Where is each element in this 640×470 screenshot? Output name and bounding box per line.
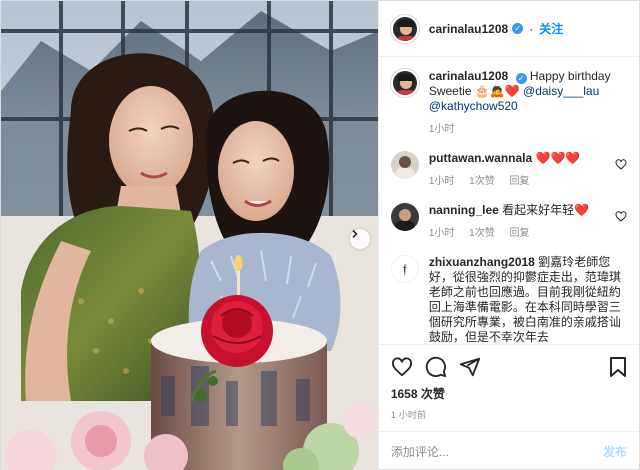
post-comment-button[interactable]: 发布 (603, 443, 627, 460)
commenter-avatar[interactable]: 𝔣 (390, 255, 419, 283)
header-username[interactable]: carinalau1208 (429, 22, 508, 36)
follow-button[interactable]: 关注 (539, 20, 563, 37)
comment-likes[interactable]: 1次赞 (469, 228, 495, 239)
reply-button[interactable]: 回复 (510, 176, 530, 187)
post-time: 1 小时前 (390, 410, 427, 420)
post-header: carinalau1208 ✓ · 关注 (378, 1, 639, 57)
like-comment-heart-icon[interactable] (615, 211, 627, 222)
likes-count[interactable]: 1658 次赞 (391, 385, 627, 402)
chevron-right-icon (352, 229, 358, 239)
avatar[interactable] (390, 14, 419, 43)
photo-illustration (1, 1, 378, 470)
post-photo[interactable] (1, 1, 378, 470)
separator-dot: · (529, 21, 534, 36)
commenter-avatar[interactable] (390, 151, 419, 179)
caption-avatar[interactable] (390, 69, 419, 97)
caption-username[interactable]: carinalau1208 (429, 69, 508, 83)
heart-icon[interactable] (391, 357, 413, 377)
caption-time: 1小时 (428, 124, 455, 135)
instagram-post: carinalau1208 ✓ · 关注 carinalau1208 ✓ Hap… (0, 0, 640, 470)
comments-list[interactable]: carinalau1208 ✓ Happy birthday Sweetie 🎂… (379, 57, 639, 344)
bookmark-icon[interactable] (609, 356, 627, 378)
like-comment-heart-icon[interactable] (615, 159, 627, 170)
comment-input[interactable] (390, 444, 603, 459)
reply-button[interactable]: 回复 (510, 228, 530, 239)
mention-link[interactable]: @kathychow520 (429, 99, 518, 113)
heart-emoji-icon: ❤️ (574, 203, 590, 217)
verified-icon: ✓ (512, 23, 524, 34)
comment-username[interactable]: zhixuanzhang2018 (429, 255, 535, 269)
share-icon[interactable] (459, 356, 481, 378)
comment-likes[interactable]: 1次赞 (469, 176, 495, 187)
post-side-panel: carinalau1208 ✓ · 关注 carinalau1208 ✓ Hap… (377, 1, 639, 470)
comment-item: nanning_lee 看起来好年轻❤️ 1小时 1次赞 回复 (390, 203, 627, 241)
next-photo-button[interactable] (349, 229, 370, 249)
cake-emoji-icon: 🎂🙇❤️ (474, 84, 520, 98)
verified-icon: ✓ (515, 73, 527, 84)
comment-username[interactable]: puttawan.wannala (429, 151, 532, 165)
heart-emoji-icon: ❤️❤️❤️ (535, 151, 581, 165)
caption: carinalau1208 ✓ Happy birthday Sweetie 🎂… (390, 69, 627, 137)
comment-icon[interactable] (425, 356, 447, 378)
post-actions: 1658 次赞 1 小时前 (378, 344, 639, 421)
comment-item: 𝔣 zhixuanzhang2018 劉嘉玲老師您好，從很強烈的抑鬱症走出，范瑋… (390, 255, 627, 344)
mention-link[interactable]: @daisy___lau (523, 84, 599, 98)
comment-username[interactable]: nanning_lee (429, 203, 499, 217)
add-comment-bar: 发布 (378, 431, 639, 470)
comment-text: 看起来好年轻 (502, 203, 575, 217)
commenter-avatar[interactable] (390, 203, 419, 231)
comment-time: 1小时 (428, 228, 455, 239)
comment-item: puttawan.wannala ❤️❤️❤️ 1小时 1次赞 回复 (390, 151, 627, 189)
comment-time: 1小时 (428, 176, 455, 187)
